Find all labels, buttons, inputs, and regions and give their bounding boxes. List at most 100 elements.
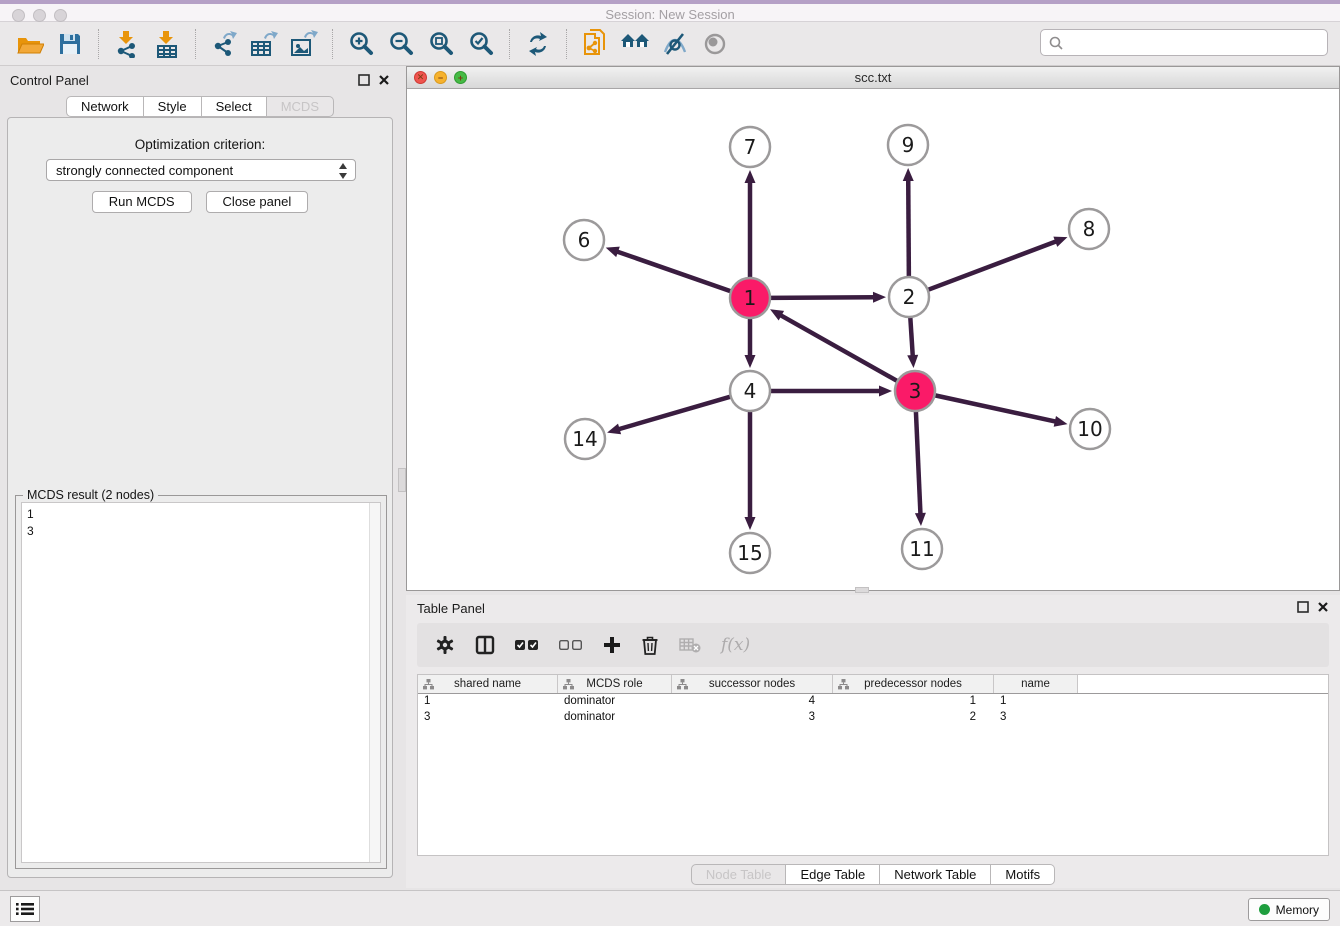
table-tabs: Node TableEdge TableNetwork TableMotifs (406, 864, 1340, 885)
close-panel-button[interactable]: Close panel (206, 191, 309, 213)
edge-arrowhead (1054, 416, 1068, 427)
graph-node-label: 6 (578, 228, 591, 252)
memory-button[interactable]: Memory (1248, 898, 1330, 921)
search-input[interactable] (1040, 29, 1328, 56)
zoom-fit-icon[interactable] (424, 28, 458, 60)
table-row[interactable]: 1dominator411 (418, 694, 1328, 710)
tab-network[interactable]: Network (66, 96, 144, 117)
export-network-icon[interactable] (207, 28, 241, 60)
tab-select[interactable]: Select (202, 96, 267, 117)
zoom-selected-icon[interactable] (464, 28, 498, 60)
control-panel-tabs: NetworkStyleSelectMCDS (0, 96, 400, 117)
table-tab-edge-table[interactable]: Edge Table (786, 864, 880, 885)
import-table-icon[interactable] (150, 28, 184, 60)
table-tab-node-table[interactable]: Node Table (691, 864, 787, 885)
delete-table-icon[interactable] (679, 637, 701, 653)
open-folder-icon[interactable] (13, 28, 47, 60)
edge-1-2[interactable] (770, 297, 875, 298)
add-column-icon[interactable] (603, 636, 621, 654)
run-mcds-button[interactable]: Run MCDS (92, 191, 192, 213)
window-title: Session: New Session (0, 7, 1340, 22)
edge-1-6[interactable] (616, 251, 731, 291)
hide-selected-icon[interactable] (658, 28, 692, 60)
edge-3-1[interactable] (780, 315, 898, 381)
column-header-MCDS-role[interactable]: MCDS role (558, 675, 672, 693)
result-item: 3 (27, 523, 380, 540)
column-header-predecessor-nodes[interactable]: predecessor nodes (833, 675, 994, 693)
table-cell[interactable]: 1 (994, 694, 1078, 710)
table-panel-layout-icon[interactable] (475, 635, 495, 655)
edge-2-3[interactable] (910, 317, 913, 357)
table-cell[interactable]: 3 (418, 710, 558, 726)
network-window-titlebar[interactable]: ✕ − + scc.txt (407, 67, 1339, 89)
control-panel: Control Panel NetworkStyleSelectMCDS Opt… (0, 66, 400, 888)
gear-icon[interactable] (435, 635, 455, 655)
table-cell[interactable]: 1 (833, 694, 994, 710)
criterion-selected-value: strongly connected component (56, 163, 233, 178)
close-table-panel-icon[interactable] (1317, 601, 1329, 613)
tab-mcds[interactable]: MCDS (267, 96, 334, 117)
network-canvas[interactable]: 7968124314101511 (407, 89, 1339, 590)
memory-status-dot (1259, 904, 1270, 915)
edge-3-11[interactable] (916, 411, 921, 515)
show-eye-icon[interactable] (698, 28, 732, 60)
mcds-result-list[interactable]: 13 (21, 502, 381, 863)
table-cell[interactable]: dominator (558, 710, 672, 726)
split-divider-grip-horizontal[interactable] (855, 587, 869, 593)
tab-style[interactable]: Style (144, 96, 202, 117)
graph-node-label: 15 (737, 541, 762, 565)
first-neighbors-icon[interactable] (618, 28, 652, 60)
table-cell[interactable]: dominator (558, 694, 672, 710)
table-cell[interactable]: 1 (418, 694, 558, 710)
toolbar-separator (98, 29, 99, 59)
select-all-checkboxes-icon[interactable] (515, 639, 539, 651)
export-table-icon[interactable] (247, 28, 281, 60)
result-scrollbar[interactable] (369, 503, 380, 862)
column-header-successor-nodes[interactable]: successor nodes (672, 675, 833, 693)
edge-3-10[interactable] (935, 395, 1057, 422)
split-divider-grip[interactable] (398, 468, 406, 492)
clear-checkboxes-icon[interactable] (559, 639, 583, 651)
table-tab-network-table[interactable]: Network Table (880, 864, 991, 885)
zoom-out-icon[interactable] (384, 28, 418, 60)
graph-node-label: 3 (909, 379, 922, 403)
toolbar-separator (195, 29, 196, 59)
table-panel: Table Panel f(x) shared nameMCDS role (406, 595, 1340, 888)
close-panel-icon[interactable] (378, 74, 390, 86)
refresh-icon[interactable] (521, 28, 555, 60)
graph-node-label: 4 (744, 379, 757, 403)
table-cell[interactable]: 4 (672, 694, 833, 710)
graph-node-label: 9 (902, 133, 915, 157)
table-cell[interactable]: 2 (833, 710, 994, 726)
graph-node-label: 11 (909, 537, 934, 561)
graph-node-label: 7 (744, 135, 757, 159)
export-image-icon[interactable] (287, 28, 321, 60)
table-row[interactable]: 3dominator323 (418, 710, 1328, 726)
table-tab-motifs[interactable]: Motifs (991, 864, 1055, 885)
copy-network-icon[interactable] (578, 28, 612, 60)
task-history-button[interactable] (10, 896, 40, 922)
import-network-icon[interactable] (110, 28, 144, 60)
edge-arrowhead (607, 424, 621, 435)
edge-arrowhead (879, 386, 892, 397)
edge-arrowhead (745, 170, 756, 183)
column-header-name[interactable]: name (994, 675, 1078, 693)
edge-2-8[interactable] (928, 241, 1057, 290)
table-toolbar: f(x) (417, 623, 1329, 667)
control-panel-title: Control Panel (10, 73, 89, 88)
zoom-in-icon[interactable] (344, 28, 378, 60)
edge-4-14[interactable] (618, 397, 731, 430)
table-cell[interactable]: 3 (672, 710, 833, 726)
table-cell[interactable]: 3 (994, 710, 1078, 726)
search-field[interactable] (1064, 33, 1327, 53)
function-builder-icon[interactable]: f(x) (721, 635, 750, 655)
float-panel-icon[interactable] (358, 74, 370, 86)
float-table-panel-icon[interactable] (1297, 601, 1309, 613)
delete-column-trash-icon[interactable] (641, 635, 659, 655)
column-header-shared-name[interactable]: shared name (418, 675, 558, 693)
criterion-select[interactable]: strongly connected component (46, 159, 356, 181)
save-session-icon[interactable] (53, 28, 87, 60)
mcds-tab-content: Optimization criterion: strongly connect… (7, 117, 393, 878)
edge-2-9[interactable] (908, 179, 909, 277)
node-table[interactable]: shared nameMCDS rolesuccessor nodesprede… (417, 674, 1329, 856)
